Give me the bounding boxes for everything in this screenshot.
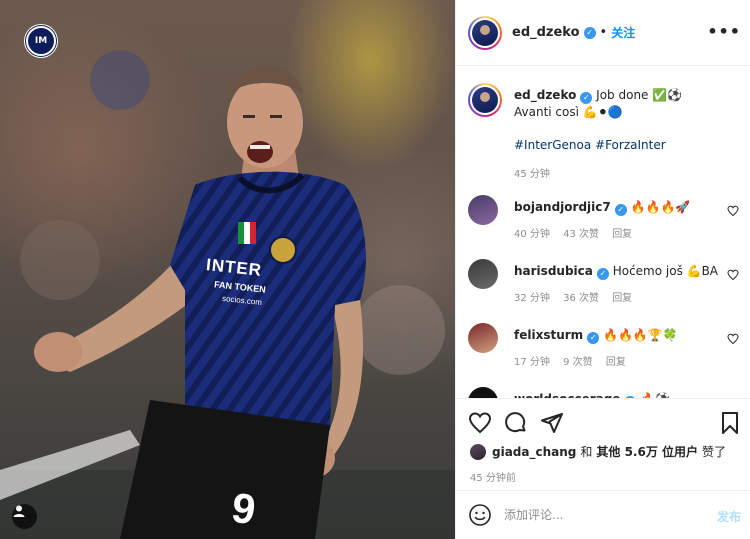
verified-badge-icon: ✓ [583,26,596,39]
post-comment-button[interactable]: 发布 [717,508,741,525]
verified-badge-icon: ✓ [614,203,627,216]
caption-avatar[interactable] [468,83,502,117]
caption-line2: Avanti così 💪⚫🔵 [514,105,623,119]
commenter-username[interactable]: harisdubica [514,264,593,278]
header-separator: • [599,25,608,40]
share-send-icon[interactable] [540,411,564,435]
comment-time: 40 分钟 [514,229,550,240]
comment-input[interactable] [504,508,694,522]
comment-text: 🔥🔥🔥🚀 [630,200,691,214]
post-sidebar: ed_dzeko ✓ • 关注 ••• ed_dzeko ✓ Job done ✅… [455,0,750,539]
comment-item: worldsoccerage✓ 🔥⚽ [468,387,743,398]
inter-logo-icon: IM [24,24,58,58]
like-comment-heart-icon[interactable] [727,269,739,281]
comment-item: bojandjordjic7 ✓ 🔥🔥🔥🚀 40 分钟 43 次赞 回复 [468,195,743,255]
bookmark-save-icon[interactable] [718,411,742,435]
commenter-avatar[interactable] [468,323,498,353]
comment-text: Hoćemo još 💪BA [612,264,719,278]
like-comment-heart-icon[interactable] [727,205,739,217]
comment-likes[interactable]: 36 次赞 [563,293,599,304]
reply-button[interactable]: 回复 [612,293,632,304]
likes-liked: 赞了 [702,445,727,459]
reply-button[interactable]: 回复 [606,357,626,368]
person-icon [13,505,25,517]
post-actions: giada_chang 和 其他 5.6万 位用户 赞了 45 分钟前 [456,398,750,490]
comment-time: 32 分钟 [514,293,550,304]
author-avatar[interactable] [468,15,502,50]
author-username[interactable]: ed_dzeko [512,25,580,40]
commenter-username[interactable]: bojandjordjic7 [514,200,611,214]
likes-summary[interactable]: giada_chang 和 其他 5.6万 位用户 赞了 [470,443,726,460]
commenter-avatar[interactable] [468,259,498,289]
more-options-icon[interactable]: ••• [707,22,741,41]
comment-bubble-icon[interactable] [504,411,528,435]
reply-button[interactable]: 回复 [612,229,632,240]
comment-likes[interactable]: 9 次赞 [563,357,593,368]
comments-list[interactable]: ed_dzeko ✓ Job done ✅⚽ Avanti così 💪⚫🔵 #I… [456,67,750,398]
post-photo[interactable]: IM INTER FAN TOKEN socios.com 9 [0,0,455,539]
caption-line1: Job done ✅⚽ [596,88,683,102]
commenter-avatar[interactable] [468,195,498,225]
caption-time: 45 分钟 [514,169,550,180]
commenter-username[interactable]: felixsturm [514,328,583,342]
verified-badge-icon: ✓ [587,331,600,344]
commenter-avatar[interactable] [468,387,498,398]
caption-username[interactable]: ed_dzeko [514,88,576,102]
badge-text: IM [26,26,56,56]
tagged-user-icon[interactable] [12,504,37,529]
follow-button[interactable]: 关注 [611,24,635,41]
verified-badge-icon: ✓ [596,267,609,280]
add-comment-bar: 发布 [456,490,750,539]
post-timestamp: 45 分钟前 [470,473,516,484]
comment-item: felixsturm ✓ 🔥🔥🔥🏆🍀 17 分钟 9 次赞 回复 [468,323,743,383]
liker-avatar[interactable] [470,443,486,460]
caption-hashtags[interactable]: #InterGenoa #ForzaInter [514,137,739,154]
emoji-smiley-icon[interactable] [468,503,492,527]
like-comment-heart-icon[interactable] [727,333,739,345]
verified-badge-icon: ✓ [580,91,593,104]
comment-likes[interactable]: 43 次赞 [563,229,599,240]
post-header: ed_dzeko ✓ • 关注 ••• [456,0,750,66]
like-heart-icon[interactable] [468,411,492,435]
likes-others[interactable]: 其他 5.6万 位用户 [596,443,698,460]
likes-and: 和 [580,445,593,459]
comment-text: 🔥🔥🔥🏆🍀 [603,328,678,342]
comment-time: 17 分钟 [514,357,550,368]
liker-username[interactable]: giada_chang [492,445,576,459]
comment-item: harisdubica ✓ Hoćemo još 💪BA 32 分钟 36 次赞 … [468,259,743,319]
